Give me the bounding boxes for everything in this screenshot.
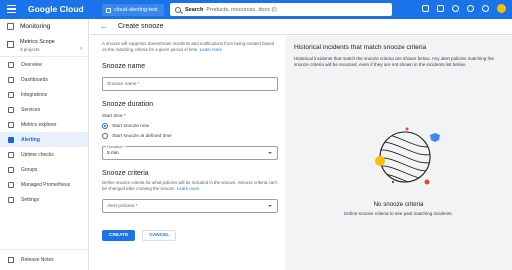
sidebar-item-label: Alerting bbox=[21, 136, 40, 143]
sidebar-item-label: Metrics explorer bbox=[21, 121, 57, 128]
sidebar-item-label: Settings bbox=[21, 196, 40, 203]
dashboard-icon bbox=[8, 76, 14, 83]
radio-start-defined-label: Start snooze at defined time bbox=[112, 133, 172, 139]
google-cloud-logo[interactable]: Google Cloud bbox=[28, 4, 84, 14]
sidebar-item-metrics-explorer[interactable]: Metrics explorer bbox=[0, 117, 88, 132]
terminal-icon[interactable] bbox=[437, 5, 444, 12]
snooze-duration-heading: Snooze duration bbox=[102, 101, 153, 108]
chart-icon bbox=[8, 121, 14, 128]
sidebar-item-overview[interactable]: Overview bbox=[0, 57, 88, 72]
scope-title: Metrics Scope bbox=[20, 39, 55, 45]
empty-state-title: No snooze criteria bbox=[373, 201, 424, 208]
snooze-criteria-heading: Snooze criteria bbox=[102, 170, 149, 177]
snooze-name-heading: Snooze name bbox=[102, 63, 146, 70]
product-title: Monitoring bbox=[20, 23, 51, 30]
uptime-icon bbox=[8, 151, 14, 158]
sidebar-item-alerting[interactable]: Alerting bbox=[0, 132, 88, 147]
back-arrow-icon[interactable]: ← bbox=[100, 22, 108, 31]
dropdown-arrow-icon bbox=[268, 152, 272, 154]
create-button[interactable]: CREATE bbox=[102, 230, 136, 241]
search-icon bbox=[175, 6, 181, 13]
sidebar-item-label: Managed Prometheus bbox=[21, 181, 71, 188]
scope-icon bbox=[7, 41, 14, 48]
gear-icon bbox=[8, 196, 14, 203]
release-notes-link[interactable]: Release Notes bbox=[0, 249, 89, 269]
sidebar-item-label: Uptime checks bbox=[21, 151, 54, 158]
search-label: Search bbox=[185, 6, 204, 13]
radio-selected-icon[interactable] bbox=[102, 123, 108, 129]
search-input[interactable]: Search Products, resources, docs (/) bbox=[170, 3, 392, 16]
gift-icon[interactable] bbox=[422, 5, 429, 12]
snooze-name-placeholder: Snooze name * bbox=[107, 81, 140, 87]
start-time-label: Start time * bbox=[102, 114, 126, 119]
services-icon bbox=[8, 106, 14, 113]
project-name: cloud-alerting-test bbox=[114, 7, 158, 13]
historical-incidents-panel: Historical incidents that match snooze c… bbox=[285, 36, 512, 270]
help-icon[interactable] bbox=[467, 5, 474, 12]
radio-start-now[interactable]: Start snooze now bbox=[102, 123, 278, 129]
sidebar-item-label: Integrations bbox=[21, 91, 48, 98]
page-title: Create snooze bbox=[118, 23, 164, 30]
panel-title: Historical incidents that match snooze c… bbox=[294, 44, 427, 51]
snooze-form: A snooze will suppress downstream incide… bbox=[102, 41, 278, 241]
sidebar-item-label: Services bbox=[21, 106, 41, 113]
duration-select[interactable]: Duration * 5 min bbox=[102, 144, 278, 160]
sidebar-item-groups[interactable]: Groups bbox=[0, 162, 88, 177]
overview-icon bbox=[8, 61, 14, 68]
sidebar-item-integrations[interactable]: Integrations bbox=[0, 87, 88, 102]
bell-icon bbox=[8, 136, 14, 143]
alert-policies-placeholder: Alert policies * bbox=[107, 203, 138, 209]
notifications-icon[interactable] bbox=[452, 5, 459, 12]
radio-unselected-icon[interactable] bbox=[102, 133, 108, 139]
dropdown-arrow-icon bbox=[268, 205, 272, 207]
intro-body: A snooze will suppress downstream incide… bbox=[102, 41, 275, 52]
sidebar-item-label: Dashboards bbox=[21, 76, 48, 83]
duration-value: 5 min bbox=[107, 150, 119, 156]
sidebar-item-managed-prometheus[interactable]: Managed Prometheus bbox=[0, 177, 88, 192]
intro-learn-more-link[interactable]: Learn more bbox=[200, 47, 222, 52]
avatar[interactable] bbox=[497, 4, 506, 13]
criteria-help-text: Define snooze criteria for what policies… bbox=[102, 180, 278, 192]
chevron-right-icon[interactable]: › bbox=[80, 46, 82, 52]
panel-description: Historical incidents that match the snoo… bbox=[294, 56, 494, 67]
search-placeholder: Products, resources, docs (/) bbox=[206, 6, 277, 13]
integrations-icon bbox=[8, 91, 14, 98]
scope-subtitle: 3 projects bbox=[20, 47, 40, 52]
release-notes-label: Release Notes bbox=[21, 256, 54, 263]
top-bar-actions bbox=[422, 4, 506, 13]
radio-start-now-label: Start snooze now bbox=[112, 123, 150, 129]
sidebar-item-services[interactable]: Services bbox=[0, 102, 88, 117]
form-actions: CREATE CANCEL bbox=[102, 230, 278, 241]
radio-start-defined[interactable]: Start snooze at defined time bbox=[102, 133, 278, 139]
duration-label: Duration * bbox=[106, 144, 126, 149]
empty-state-illustration bbox=[375, 127, 440, 185]
more-vert-icon[interactable] bbox=[482, 5, 489, 12]
side-navigation: Monitoring Metrics Scope 3 projects › Ov… bbox=[0, 19, 89, 270]
nav-list: Overview Dashboards Integrations Services Me… bbox=[0, 57, 88, 207]
hamburger-menu-icon[interactable] bbox=[7, 5, 16, 14]
criteria-learn-more-link[interactable]: Learn more bbox=[177, 186, 199, 191]
sidebar-item-label: Overview bbox=[21, 61, 42, 68]
monitoring-icon bbox=[7, 23, 14, 30]
page-header: ← Create snooze bbox=[90, 19, 512, 35]
project-picker[interactable]: cloud-alerting-test bbox=[102, 4, 164, 16]
sidebar-item-uptime-checks[interactable]: Uptime checks bbox=[0, 147, 88, 162]
alert-policies-select[interactable]: Alert policies * bbox=[102, 199, 278, 213]
top-app-bar: Google Cloud cloud-alerting-test Search … bbox=[0, 0, 512, 19]
prometheus-icon bbox=[8, 181, 14, 188]
metrics-scope-selector[interactable]: Metrics Scope 3 projects bbox=[0, 34, 88, 57]
release-notes-icon bbox=[8, 256, 14, 263]
project-icon bbox=[106, 7, 111, 13]
sidebar-item-settings[interactable]: Settings bbox=[0, 192, 88, 207]
groups-icon bbox=[8, 166, 14, 173]
intro-text: A snooze will suppress downstream incide… bbox=[102, 41, 278, 53]
sidebar-item-dashboards[interactable]: Dashboards bbox=[0, 72, 88, 87]
sidebar-item-label: Groups bbox=[21, 166, 38, 173]
snooze-name-input[interactable]: Snooze name * bbox=[102, 77, 278, 91]
empty-state-description: Define snooze criteria to see past match… bbox=[344, 211, 453, 216]
product-header: Monitoring bbox=[0, 19, 88, 34]
cancel-button[interactable]: CANCEL bbox=[142, 230, 177, 241]
